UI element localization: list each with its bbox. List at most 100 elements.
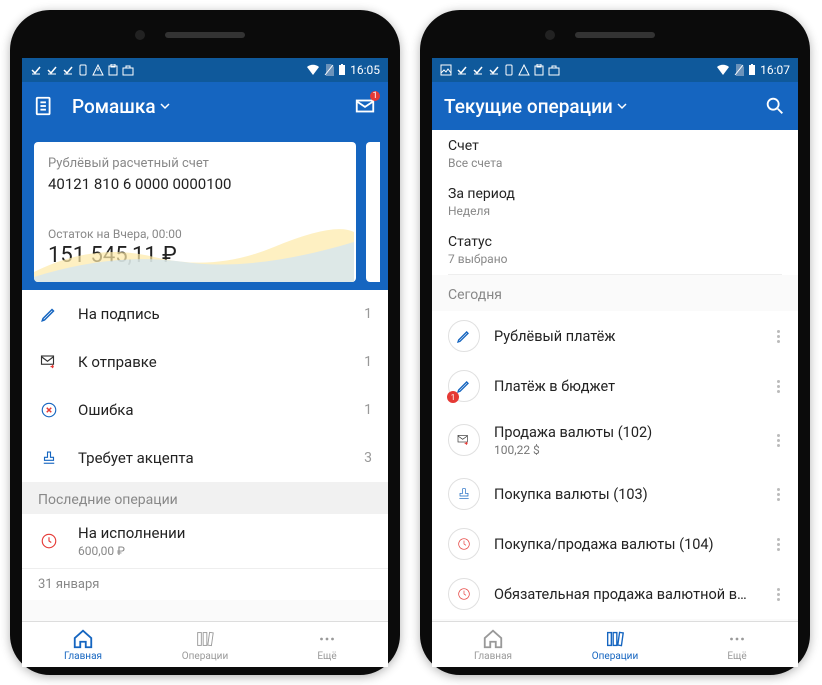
screen-2: 16:07 Текущие операции Счет Все счета За… — [432, 58, 798, 667]
warning-icon — [518, 64, 530, 76]
nav-label: Операции — [182, 651, 228, 662]
device-icon — [78, 64, 88, 76]
main-content: Счет Все счета За период Неделя Статус 7… — [432, 130, 798, 621]
pen-icon — [38, 305, 60, 323]
battery-icon — [748, 64, 756, 76]
clock-icon — [38, 532, 60, 550]
screen-1: 16:05 Ромашка 1 Рублёвый расчетный счет … — [22, 58, 388, 667]
filter-status[interactable]: Статус 7 выбрано — [432, 226, 798, 274]
op-label: Покупка валюты (103) — [494, 486, 754, 503]
bag-icon — [548, 64, 560, 76]
search-button[interactable] — [764, 95, 786, 117]
statusbar-time: 16:05 — [350, 63, 380, 77]
clock-icon — [448, 528, 480, 560]
no-sim-icon — [734, 64, 744, 76]
account-type-label: Рублёвый расчетный счет — [48, 156, 342, 171]
filter-label: Счет — [448, 138, 782, 154]
phone-camera — [135, 30, 145, 40]
status-row-sign[interactable]: На подпись 1 — [22, 290, 388, 338]
mail-arrow-icon — [448, 424, 480, 456]
phone-speaker — [575, 32, 655, 38]
more-button[interactable] — [768, 434, 788, 447]
phone-speaker — [165, 32, 245, 38]
balance-label: Остаток на Вчера, 00:00 — [48, 227, 342, 241]
books-icon — [604, 628, 626, 650]
nav-more[interactable]: Ещё — [266, 622, 388, 667]
recent-op-row[interactable]: На исполнении 600,00 ₽ — [22, 514, 388, 568]
main-content: Рублёвый расчетный счет 40121 810 6 0000… — [22, 130, 388, 621]
nav-label: Главная — [64, 651, 102, 662]
more-button[interactable] — [768, 330, 788, 343]
more-button[interactable] — [768, 538, 788, 551]
operations-list: Рублёвый платёж 1 Платёж в бюджет Продаж… — [432, 311, 798, 619]
check-icon — [472, 64, 484, 76]
op-row[interactable]: Покупка валюты (103) — [432, 469, 798, 519]
status-count: 1 — [364, 354, 372, 370]
appbar-title-dropdown[interactable]: Текущие операции — [444, 95, 748, 118]
battery-icon — [338, 64, 346, 76]
nav-operations[interactable]: Операции — [144, 622, 266, 667]
wifi-icon — [716, 64, 730, 76]
accounts-carousel[interactable]: Рублёвый расчетный счет 40121 810 6 0000… — [22, 130, 388, 290]
clipboard-icon — [534, 64, 544, 76]
appbar-title-dropdown[interactable]: Ромашка — [72, 95, 338, 118]
status-row-accept[interactable]: Требует акцепта 3 — [22, 434, 388, 482]
filter-account[interactable]: Счет Все счета — [432, 130, 798, 178]
more-button[interactable] — [768, 380, 788, 393]
op-row[interactable]: 1 Платёж в бюджет — [432, 361, 798, 411]
nav-home[interactable]: Главная — [22, 622, 144, 667]
nav-home[interactable]: Главная — [432, 622, 554, 667]
phone-camera — [545, 30, 555, 40]
filter-label: За период — [448, 186, 782, 202]
check-icon — [456, 64, 468, 76]
status-label: Требует акцепта — [78, 449, 346, 467]
filter-value: Неделя — [448, 204, 782, 218]
account-card[interactable]: Рублёвый расчетный счет 40121 810 6 0000… — [34, 142, 356, 282]
op-row[interactable]: Обязательная продажа валютной вы... — [432, 569, 798, 619]
appbar: Текущие операции — [432, 82, 798, 130]
filter-label: Статус — [448, 234, 782, 250]
mail-button[interactable]: 1 — [354, 95, 376, 117]
op-label: Обязательная продажа валютной вы... — [494, 586, 754, 603]
check-icon — [488, 64, 500, 76]
filter-block: Счет Все счета За период Неделя Статус 7… — [432, 130, 798, 275]
pen-icon: 1 — [448, 370, 480, 402]
image-icon — [440, 64, 452, 76]
phone-frame-2: 16:07 Текущие операции Счет Все счета За… — [420, 10, 810, 675]
account-number: 40121 810 6 0000 0000100 — [48, 175, 342, 193]
nav-more[interactable]: Ещё — [676, 622, 798, 667]
more-button[interactable] — [768, 488, 788, 501]
status-count: 1 — [364, 402, 372, 418]
status-label: Ошибка — [78, 401, 346, 419]
books-icon — [194, 628, 216, 650]
mail-badge: 1 — [370, 91, 380, 101]
filter-value: Все счета — [448, 156, 782, 170]
status-row-error[interactable]: Ошибка 1 — [22, 386, 388, 434]
badge-icon: 1 — [447, 391, 459, 403]
more-button[interactable] — [768, 588, 788, 601]
nav-operations[interactable]: Операции — [554, 622, 676, 667]
appbar-title: Ромашка — [72, 95, 156, 118]
filter-value: 7 выбрано — [448, 252, 782, 266]
op-row[interactable]: Покупка/продажа валюты (104) — [432, 519, 798, 569]
op-label: Продажа валюты (102) — [494, 424, 754, 441]
op-row[interactable]: Рублёвый платёж — [432, 311, 798, 361]
next-account-peek[interactable] — [366, 142, 380, 282]
org-icon[interactable] — [34, 95, 56, 117]
nav-label: Ещё — [317, 651, 336, 662]
statusbar-time: 16:07 — [760, 63, 790, 77]
recent-ops-header: Последние операции — [22, 482, 388, 514]
status-label: К отправке — [78, 353, 346, 371]
device-icon — [504, 64, 514, 76]
op-label: Платёж в бюджет — [494, 378, 754, 395]
filter-period[interactable]: За период Неделя — [432, 178, 798, 226]
phone-frame-1: 16:05 Ромашка 1 Рублёвый расчетный счет … — [10, 10, 400, 675]
status-row-send[interactable]: К отправке 1 — [22, 338, 388, 386]
home-icon — [72, 628, 94, 650]
statusbar: 16:05 — [22, 58, 388, 82]
wifi-icon — [306, 64, 320, 76]
day-header: Сегодня — [432, 275, 798, 311]
op-row[interactable]: Продажа валюты (102)100,22 $ — [432, 411, 798, 469]
check-icon — [62, 64, 74, 76]
stamp-icon — [448, 478, 480, 510]
